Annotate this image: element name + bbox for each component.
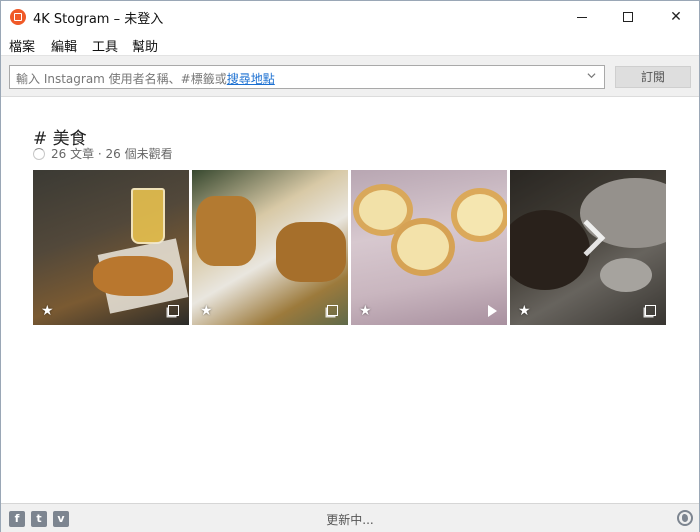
chevron-down-icon[interactable] [587,71,596,80]
window-title: 4K Stogram – 未登入 [33,12,164,27]
maximize-icon [623,12,633,22]
search-toolbar: 輸入 Instagram 使用者名稱、#標籤或搜尋地點 訂閱 [1,55,699,97]
tag-meta: 26 文章 · 26 個未觀看 [33,145,173,162]
menu-bar: 檔案 編輯 工具 幫助 [1,33,699,55]
video-play-icon [488,305,497,317]
minimize-button[interactable] [559,1,605,33]
fried-food-shape [276,222,346,282]
maximize-button[interactable] [605,1,651,33]
multi-photo-icon [645,305,656,316]
fried-food-shape [93,256,173,296]
photo-grid: ★ ★ ★ ★ [33,170,667,325]
beer-glass-shape [131,188,165,244]
fried-food-shape [196,196,256,266]
loading-spinner-icon [33,147,45,160]
menu-edit[interactable]: 編輯 [51,36,77,55]
search-placeholder: 輸入 Instagram 使用者名稱、#標籤或搜尋地點 [16,70,275,87]
egg-tart-shape [391,218,455,276]
photo-thumb-egg-tarts[interactable]: ★ [351,170,507,325]
favorite-star-icon[interactable]: ★ [200,303,213,319]
favorite-star-icon[interactable]: ★ [359,303,372,319]
minimize-icon [577,16,587,18]
close-icon: ✕ [670,9,682,25]
favorite-star-icon[interactable]: ★ [518,303,531,319]
status-text: 更新中... [326,513,374,527]
search-location-link[interactable]: 搜尋地點 [227,72,275,86]
favorite-star-icon[interactable]: ★ [41,303,54,319]
app-window: 4K Stogram – 未登入 ✕ 檔案 編輯 工具 幫助 輸入 Instag… [0,0,700,532]
menu-tools[interactable]: 工具 [92,36,118,55]
title-bar: 4K Stogram – 未登入 ✕ [1,1,699,33]
search-input[interactable]: 輸入 Instagram 使用者名稱、#標籤或搜尋地點 [9,65,605,89]
main-content: # 美食 26 文章 · 26 個未觀看 ★ ★ ★ ★ [1,98,699,503]
tag-meta-text: 26 文章 · 26 個未觀看 [51,147,173,161]
multi-photo-icon [327,305,338,316]
multi-photo-icon [168,305,179,316]
search-placeholder-text: 輸入 Instagram 使用者名稱、#標籤或 [16,72,227,86]
photo-thumb-fried-skewers[interactable]: ★ [192,170,348,325]
close-button[interactable]: ✕ [653,1,699,33]
photo-thumb-clams-dish[interactable]: ★ [510,170,666,325]
app-logo-icon [10,9,26,25]
menu-file[interactable]: 檔案 [9,36,35,55]
status-bar: f t v 更新中... [1,503,699,532]
egg-tart-shape [451,188,507,242]
globe-icon[interactable] [677,510,693,526]
subscribe-button[interactable]: 訂閱 [615,66,691,88]
photo-thumb-fried-chicken-beer[interactable]: ★ [33,170,189,325]
menu-help[interactable]: 幫助 [132,36,158,55]
